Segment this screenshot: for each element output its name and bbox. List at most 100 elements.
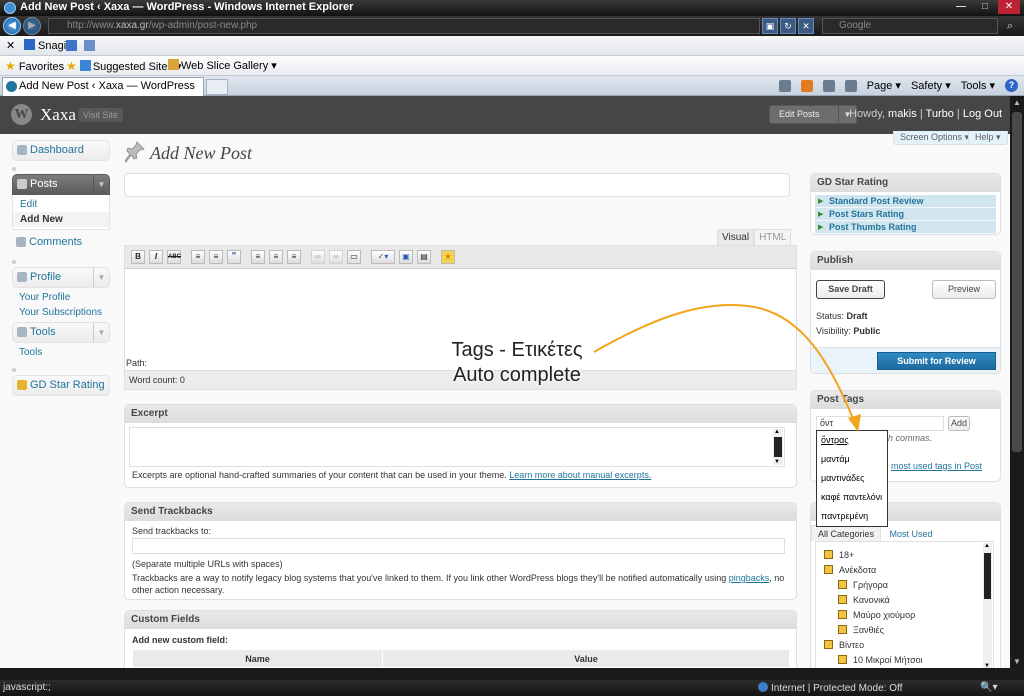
- most-used-tags-link[interactable]: most used tags in Post: [891, 461, 982, 471]
- submenu-your-profile[interactable]: Your Profile: [12, 290, 110, 305]
- logout-link[interactable]: Log Out: [963, 108, 1002, 120]
- trackbacks-title[interactable]: Send Trackbacks: [125, 503, 796, 521]
- read-mail-icon[interactable]: [822, 79, 835, 92]
- category-checkbox[interactable]: [824, 565, 833, 574]
- learn-excerpts-link[interactable]: Learn more about manual excerpts.: [509, 470, 651, 480]
- page-vertical-scrollbar[interactable]: ▲ ▼: [1010, 96, 1024, 668]
- star-rating-icon[interactable]: ★: [441, 250, 455, 264]
- category-checkbox[interactable]: [838, 595, 847, 604]
- category-item[interactable]: Κανονικά: [838, 593, 890, 607]
- category-item[interactable]: Βίντεο: [824, 638, 864, 652]
- align-left-button[interactable]: ≡: [251, 250, 265, 264]
- chevron-down-icon[interactable]: ▼: [93, 323, 109, 342]
- chevron-down-icon[interactable]: ▼: [93, 175, 109, 194]
- menu-dashboard[interactable]: Dashboard: [12, 140, 110, 161]
- trackbacks-input[interactable]: [132, 538, 785, 554]
- autocomplete-item[interactable]: ὄντρας: [817, 431, 887, 450]
- unlink-button[interactable]: ∞: [329, 250, 343, 264]
- excerpt-textarea[interactable]: [129, 427, 785, 467]
- turbo-link[interactable]: Turbo: [926, 108, 954, 120]
- post-title-input[interactable]: [124, 173, 790, 197]
- bold-button[interactable]: B: [131, 250, 145, 264]
- menu-posts[interactable]: Posts ▼: [12, 174, 110, 195]
- scroll-up-icon[interactable]: ▲: [1013, 98, 1021, 107]
- category-item[interactable]: Γρήγορα: [838, 578, 888, 592]
- category-checkbox[interactable]: [838, 580, 847, 589]
- category-checkbox[interactable]: [838, 610, 847, 619]
- visit-site-button[interactable]: Visit Site: [78, 108, 123, 122]
- autocomplete-item[interactable]: παντρεμένη: [817, 507, 887, 526]
- autocomplete-item[interactable]: μαντάμ: [817, 450, 887, 469]
- submenu-tools[interactable]: Tools: [12, 345, 110, 360]
- back-icon[interactable]: ◀: [3, 17, 21, 35]
- gd-item-post-thumbs-rating[interactable]: Post Thumbs Rating: [815, 221, 996, 234]
- numbered-list-button[interactable]: ≡: [209, 250, 223, 264]
- refresh-icon[interactable]: ↻: [780, 18, 796, 34]
- snagit-capture-icon[interactable]: [66, 40, 77, 51]
- favorites-button[interactable]: ★ Favorites: [5, 59, 64, 73]
- address-bar[interactable]: http://www.xaxa.gr/wp-admin/post-new.php: [48, 18, 760, 34]
- home-icon[interactable]: [778, 79, 791, 92]
- page-horizontal-scrollbar[interactable]: [0, 668, 1024, 680]
- menu-tools[interactable]: Tools ▼: [12, 322, 110, 343]
- tab-html[interactable]: HTML: [754, 229, 792, 245]
- save-draft-button[interactable]: Save Draft: [816, 280, 885, 299]
- category-checkbox[interactable]: [838, 655, 847, 664]
- bullet-list-button[interactable]: ≡: [191, 250, 205, 264]
- snagit-window-icon[interactable]: [84, 40, 95, 51]
- tools-menu[interactable]: Tools ▾: [961, 79, 995, 92]
- category-checkbox[interactable]: [824, 550, 833, 559]
- align-center-button[interactable]: ≡: [269, 250, 283, 264]
- insert-link-button[interactable]: ∞: [311, 250, 325, 264]
- snagit-button[interactable]: Snagit: [24, 39, 69, 52]
- submit-for-review-button[interactable]: Submit for Review: [877, 352, 996, 370]
- menu-comments[interactable]: Comments: [12, 233, 110, 254]
- fullscreen-button[interactable]: ▣: [399, 250, 413, 264]
- close-toolbar-icon[interactable]: ✕: [6, 39, 15, 52]
- category-item[interactable]: Μαύρο χιούμορ: [838, 608, 915, 622]
- submenu-your-subscriptions[interactable]: Your Subscriptions: [12, 305, 110, 320]
- gd-star-title[interactable]: GD Star Rating: [811, 174, 1000, 192]
- kitchen-sink-button[interactable]: ▤: [417, 250, 431, 264]
- site-name[interactable]: Xaxa: [40, 105, 76, 125]
- web-slice-gallery-button[interactable]: Web Slice Gallery ▾: [168, 59, 277, 72]
- forward-icon[interactable]: ▶: [23, 17, 41, 35]
- category-scrollbar[interactable]: [983, 543, 992, 669]
- browser-tab[interactable]: Add New Post ‹ Xaxa — WordPress: [2, 77, 204, 96]
- scroll-down-icon[interactable]: ▼: [1013, 657, 1021, 666]
- custom-fields-title[interactable]: Custom Fields: [125, 611, 796, 629]
- screen-options-button[interactable]: Screen Options ▾: [893, 131, 977, 145]
- insert-more-button[interactable]: ▭: [347, 250, 361, 264]
- category-item[interactable]: 18+: [824, 548, 854, 562]
- gd-item-post-stars-rating[interactable]: Post Stars Rating: [815, 208, 996, 221]
- align-right-button[interactable]: ≡: [287, 250, 301, 264]
- menu-gd-star-rating[interactable]: GD Star Rating: [12, 375, 110, 396]
- search-box[interactable]: Google: [822, 18, 998, 34]
- blockquote-button[interactable]: ": [227, 250, 241, 264]
- tab-all-categories[interactable]: All Categories: [811, 525, 882, 541]
- stop-icon[interactable]: ✕: [798, 18, 814, 34]
- strikethrough-button[interactable]: ABC: [167, 250, 181, 264]
- gd-item-standard-post-review[interactable]: Standard Post Review: [815, 195, 996, 208]
- scroll-thumb[interactable]: [1012, 112, 1022, 452]
- spellcheck-button[interactable]: ✓▾: [371, 250, 395, 264]
- print-icon[interactable]: [844, 79, 857, 92]
- category-checkbox[interactable]: [838, 625, 847, 634]
- italic-button[interactable]: I: [149, 250, 163, 264]
- submenu-edit[interactable]: Edit: [13, 197, 109, 212]
- submenu-add-new[interactable]: Add New: [13, 212, 109, 227]
- autocomplete-item[interactable]: μαντινάδες: [817, 469, 887, 488]
- tab-most-used[interactable]: Most Used: [884, 526, 939, 542]
- page-menu[interactable]: Page ▾: [867, 79, 901, 92]
- new-tab-button[interactable]: [206, 79, 228, 95]
- category-checkbox[interactable]: [824, 640, 833, 649]
- add-tag-button[interactable]: Add: [948, 416, 970, 431]
- search-icon[interactable]: ⌕: [1002, 18, 1018, 34]
- category-item[interactable]: 10 Μικροί Μήτσοι: [838, 653, 923, 667]
- help-icon[interactable]: ?: [1005, 79, 1018, 92]
- autocomplete-item[interactable]: καφέ παντελόνι: [817, 488, 887, 507]
- favorite-actions-dropdown[interactable]: Edit Posts ▼: [769, 105, 857, 124]
- feeds-icon[interactable]: [800, 79, 813, 92]
- textarea-scrollbar[interactable]: [773, 429, 783, 465]
- excerpt-title[interactable]: Excerpt: [125, 405, 796, 423]
